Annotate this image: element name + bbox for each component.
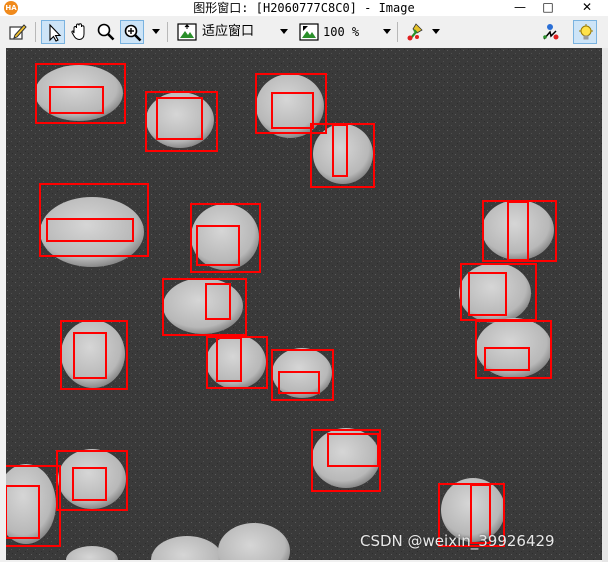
lightbulb-icon bbox=[579, 24, 593, 40]
toolbar: 适应窗口 100 % bbox=[0, 16, 608, 49]
zoom-in-icon bbox=[124, 24, 142, 42]
maximize-button[interactable]: □ bbox=[534, 0, 562, 16]
light-button[interactable] bbox=[573, 20, 597, 44]
fit-window-button[interactable] bbox=[175, 20, 199, 44]
watermark: CSDN @weixin_39926429 bbox=[360, 532, 555, 550]
zoom-percent-button[interactable] bbox=[297, 20, 321, 44]
draw-color-chevron-down-icon[interactable] bbox=[432, 29, 440, 34]
image-canvas[interactable] bbox=[6, 48, 602, 560]
minimize-button[interactable]: — bbox=[506, 0, 534, 16]
edit-tool-button[interactable] bbox=[6, 20, 30, 44]
fit-window-icon bbox=[177, 23, 197, 41]
toolbar-separator bbox=[397, 22, 398, 42]
toolbar-separator bbox=[35, 22, 36, 42]
pixel-info-icon bbox=[543, 24, 559, 40]
draw-color-button[interactable] bbox=[403, 20, 427, 44]
zoom-percent-chevron-down-icon[interactable] bbox=[383, 29, 391, 34]
image-display bbox=[6, 48, 602, 560]
pixel-info-button[interactable] bbox=[539, 20, 563, 44]
close-button[interactable]: ✕ bbox=[566, 0, 608, 16]
toolbar-separator bbox=[167, 22, 168, 42]
magnify-tool-button[interactable] bbox=[94, 20, 118, 44]
image-zoom-icon bbox=[299, 23, 319, 41]
pointer-tool-button[interactable] bbox=[41, 20, 65, 44]
arrow-cursor-icon bbox=[49, 23, 62, 42]
title-bar: HA 图形窗口: [H2060777C8C0] - Image — □ ✕ bbox=[0, 0, 608, 16]
pencil-icon bbox=[9, 24, 27, 40]
pan-tool-button[interactable] bbox=[67, 20, 91, 44]
vertical-scrollbar[interactable] bbox=[602, 48, 608, 562]
magnifier-icon bbox=[97, 23, 115, 41]
image-viewport[interactable] bbox=[0, 48, 608, 562]
zoom-mode-chevron-down-icon[interactable] bbox=[280, 29, 288, 34]
zoom-mode-select[interactable]: 适应窗口 bbox=[202, 24, 254, 40]
zoom-tool-button[interactable] bbox=[120, 20, 144, 44]
zoom-tool-dropdown-chevron-down-icon[interactable] bbox=[152, 29, 160, 34]
hand-icon bbox=[71, 23, 85, 41]
zoom-percent-select[interactable]: 100 % bbox=[323, 24, 359, 40]
color-brush-icon bbox=[407, 23, 423, 41]
